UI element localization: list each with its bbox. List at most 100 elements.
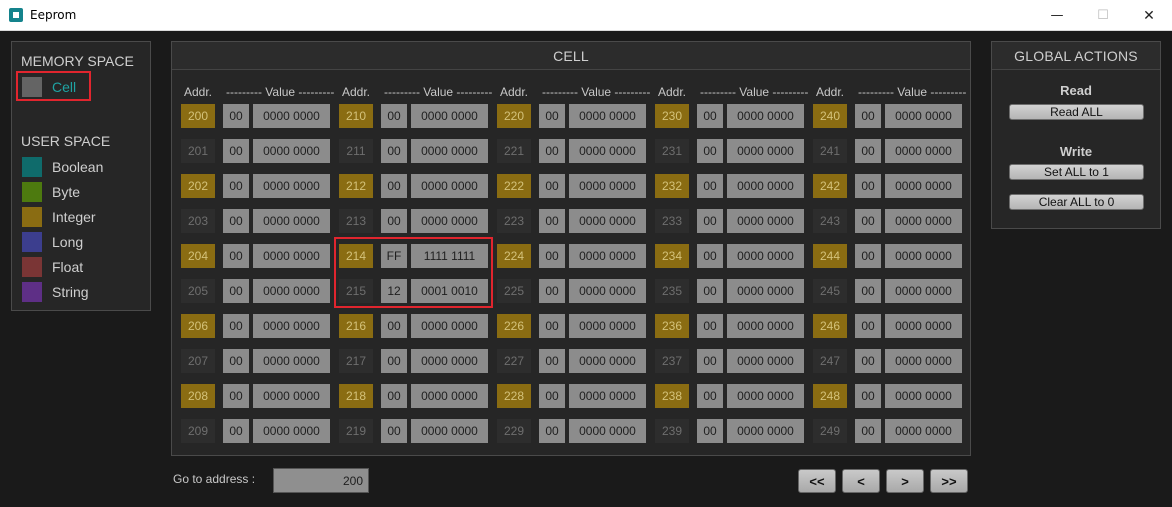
binary-value[interactable]: 0000 0000	[253, 139, 330, 163]
binary-value[interactable]: 0000 0000	[569, 244, 646, 268]
hex-value[interactable]: 00	[539, 349, 565, 373]
hex-value[interactable]: 00	[697, 139, 723, 163]
hex-value[interactable]: 00	[539, 174, 565, 198]
binary-value[interactable]: 0000 0000	[569, 139, 646, 163]
hex-value[interactable]: 00	[223, 384, 249, 408]
hex-value[interactable]: 00	[697, 384, 723, 408]
hex-value[interactable]: 00	[223, 279, 249, 303]
binary-value[interactable]: 0000 0000	[727, 279, 804, 303]
legend-long[interactable]: Long	[22, 231, 83, 253]
binary-value[interactable]: 0000 0000	[253, 279, 330, 303]
binary-value[interactable]: 0000 0000	[727, 139, 804, 163]
first-page-button[interactable]: <<	[798, 469, 836, 493]
hex-value[interactable]: 00	[223, 349, 249, 373]
hex-value[interactable]: 00	[855, 349, 881, 373]
hex-value[interactable]: 00	[223, 209, 249, 233]
hex-value[interactable]: 00	[223, 244, 249, 268]
hex-value[interactable]: 00	[855, 139, 881, 163]
binary-value[interactable]: 0000 0000	[727, 244, 804, 268]
hex-value[interactable]: 00	[697, 104, 723, 128]
binary-value[interactable]: 0000 0000	[727, 384, 804, 408]
binary-value[interactable]: 0000 0000	[411, 139, 488, 163]
binary-value[interactable]: 0000 0000	[727, 349, 804, 373]
hex-value[interactable]: 00	[855, 419, 881, 443]
binary-value[interactable]: 0000 0000	[885, 174, 962, 198]
binary-value[interactable]: 0000 0000	[253, 209, 330, 233]
binary-value[interactable]: 0000 0000	[569, 209, 646, 233]
hex-value[interactable]: 00	[539, 314, 565, 338]
legend-string[interactable]: String	[22, 281, 89, 303]
last-page-button[interactable]: >>	[930, 469, 968, 493]
binary-value[interactable]: 0000 0000	[885, 139, 962, 163]
hex-value[interactable]: 00	[381, 209, 407, 233]
minimize-button[interactable]: —	[1034, 0, 1080, 31]
hex-value[interactable]: 00	[381, 384, 407, 408]
hex-value[interactable]: 00	[697, 419, 723, 443]
binary-value[interactable]: 0000 0000	[253, 349, 330, 373]
hex-value[interactable]: 00	[381, 314, 407, 338]
hex-value[interactable]: 00	[381, 419, 407, 443]
clear-all-button[interactable]: Clear ALL to 0	[1009, 194, 1144, 210]
binary-value[interactable]: 0000 0000	[727, 314, 804, 338]
binary-value[interactable]: 0000 0000	[411, 104, 488, 128]
binary-value[interactable]: 0000 0000	[411, 174, 488, 198]
binary-value[interactable]: 0000 0000	[885, 279, 962, 303]
binary-value[interactable]: 0000 0000	[727, 104, 804, 128]
hex-value[interactable]: 00	[223, 174, 249, 198]
binary-value[interactable]: 0000 0000	[727, 209, 804, 233]
hex-value[interactable]: 00	[539, 139, 565, 163]
legend-integer[interactable]: Integer	[22, 206, 96, 228]
binary-value[interactable]: 0000 0000	[253, 174, 330, 198]
binary-value[interactable]: 0000 0000	[885, 244, 962, 268]
binary-value[interactable]: 0000 0000	[253, 384, 330, 408]
hex-value[interactable]: 00	[539, 279, 565, 303]
maximize-button[interactable]: ☐	[1080, 0, 1126, 31]
binary-value[interactable]: 0000 0000	[885, 419, 962, 443]
hex-value[interactable]: 00	[539, 104, 565, 128]
binary-value[interactable]: 0000 0000	[727, 174, 804, 198]
hex-value[interactable]: 00	[855, 174, 881, 198]
binary-value[interactable]: 0000 0000	[569, 314, 646, 338]
hex-value[interactable]: 00	[381, 139, 407, 163]
binary-value[interactable]: 0000 0000	[411, 209, 488, 233]
hex-value[interactable]: 00	[855, 279, 881, 303]
hex-value[interactable]: 00	[223, 314, 249, 338]
hex-value[interactable]: 00	[539, 384, 565, 408]
close-button[interactable]: ✕	[1126, 0, 1172, 31]
prev-page-button[interactable]: <	[842, 469, 880, 493]
binary-value[interactable]: 0000 0000	[727, 419, 804, 443]
binary-value[interactable]: 0000 0000	[569, 174, 646, 198]
set-all-button[interactable]: Set ALL to 1	[1009, 164, 1144, 180]
read-all-button[interactable]: Read ALL	[1009, 104, 1144, 120]
binary-value[interactable]: 0000 0000	[569, 279, 646, 303]
hex-value[interactable]: 00	[855, 209, 881, 233]
binary-value[interactable]: 0000 0000	[253, 104, 330, 128]
hex-value[interactable]: 00	[539, 209, 565, 233]
binary-value[interactable]: 0000 0000	[569, 384, 646, 408]
hex-value[interactable]: 00	[855, 244, 881, 268]
binary-value[interactable]: 0000 0000	[569, 419, 646, 443]
hex-value[interactable]: 00	[697, 314, 723, 338]
binary-value[interactable]: 0000 0000	[885, 104, 962, 128]
binary-value[interactable]: 0000 0000	[885, 314, 962, 338]
legend-float[interactable]: Float	[22, 256, 83, 278]
binary-value[interactable]: 0000 0000	[885, 384, 962, 408]
next-page-button[interactable]: >	[886, 469, 924, 493]
hex-value[interactable]: 00	[223, 139, 249, 163]
hex-value[interactable]: 00	[539, 419, 565, 443]
binary-value[interactable]: 0000 0000	[411, 349, 488, 373]
binary-value[interactable]: 0000 0000	[411, 419, 488, 443]
hex-value[interactable]: 00	[539, 244, 565, 268]
hex-value[interactable]: 00	[381, 104, 407, 128]
goto-address-input[interactable]	[273, 468, 369, 493]
hex-value[interactable]: 00	[855, 314, 881, 338]
hex-value[interactable]: 00	[223, 419, 249, 443]
binary-value[interactable]: 0000 0000	[411, 384, 488, 408]
legend-boolean[interactable]: Boolean	[22, 156, 103, 178]
binary-value[interactable]: 0000 0000	[569, 104, 646, 128]
binary-value[interactable]: 0000 0000	[411, 314, 488, 338]
binary-value[interactable]: 0000 0000	[569, 349, 646, 373]
hex-value[interactable]: 00	[697, 174, 723, 198]
legend-byte[interactable]: Byte	[22, 181, 80, 203]
hex-value[interactable]: 00	[381, 349, 407, 373]
